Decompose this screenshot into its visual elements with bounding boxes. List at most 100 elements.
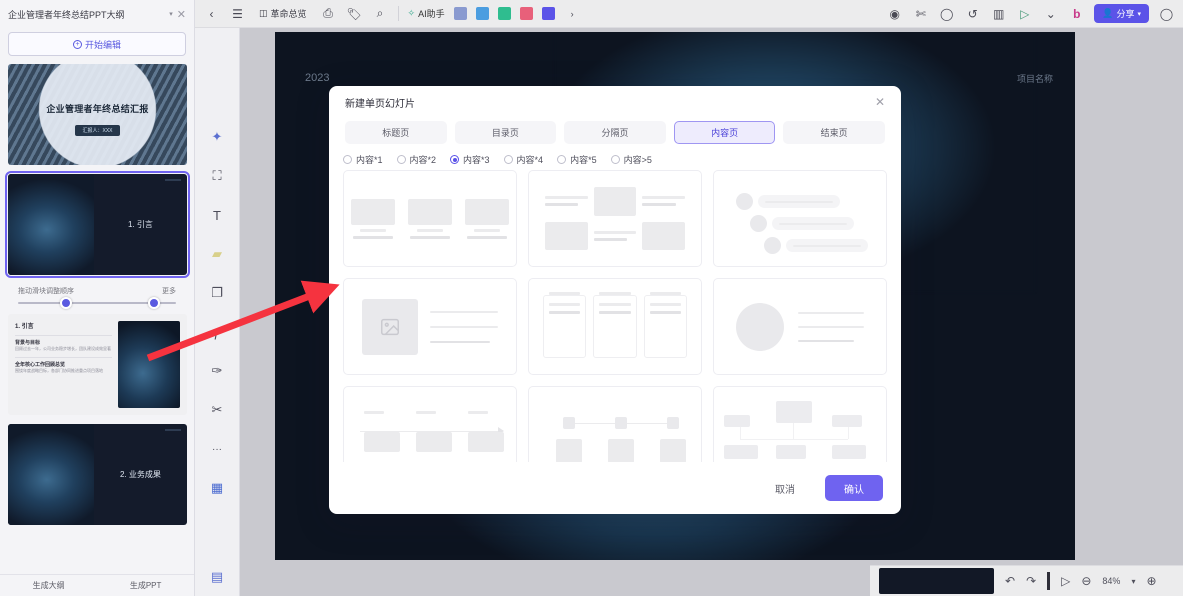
placeholder-line [353,235,393,239]
template-card-stagger-pills[interactable] [713,170,887,267]
radio-dot-icon [610,155,620,164]
template-card-mosaic-grid[interactable] [528,170,702,267]
placeholder-line [545,203,579,207]
org-child-box-2 [724,445,758,459]
template-grid [343,170,887,462]
placeholder-line [593,230,637,234]
placeholder-line [468,411,488,414]
placeholder-line [798,339,855,342]
confirm-button[interactable]: 确认 [825,475,883,501]
org-connector-v-left [740,427,741,439]
org-connector-h [740,439,848,440]
placeholder-circle [764,237,781,254]
dialog-title: 新建单页幻灯片 [345,98,415,110]
app-root: 企业管理者年终总结PPT大纲 ▾ ✕ + 开始编辑 企业管理者年终总结汇报 汇报… [0,0,1183,596]
tpl3-row-2 [750,215,854,232]
placeholder-line [599,303,631,306]
tpl5-col-1 [543,292,587,358]
placeholder-line [798,325,864,328]
template-card-three-columns[interactable] [528,278,702,375]
tpl1-col-2 [408,198,452,239]
placeholder-box [468,432,504,452]
tpl2-text-1 [545,187,588,216]
placeholder-pill [772,217,854,230]
org-child-box-4 [832,415,862,427]
radio-dot-icon [396,155,406,164]
tpl3-row-1 [736,193,840,210]
placeholder-line [416,411,436,414]
placeholder-line [798,311,864,314]
radio-content-5[interactable]: 内容*5 [557,153,597,166]
tab-title-page[interactable]: 标题页 [345,121,447,144]
placeholder-line [765,200,833,203]
placeholder-box [556,439,582,462]
radio-content-1[interactable]: 内容*1 [343,153,383,166]
placeholder-line [410,235,450,239]
template-card-three-cards[interactable] [343,170,517,267]
placeholder-line [430,310,498,313]
placeholder-pill [758,195,840,208]
radio-content-5-label: 内容*5 [570,155,597,165]
close-icon[interactable]: ✕ [875,96,885,108]
placeholder-box [351,198,395,225]
tpl1-col-1 [351,198,395,239]
tpl7-node-3 [468,411,504,452]
placeholder-box [608,439,634,462]
tpl7-node-1 [364,411,400,452]
tpl6-lines [798,311,864,342]
placeholder-line [430,325,498,328]
placeholder-line [430,340,490,343]
placeholder-box [545,221,588,250]
tab-divider-page[interactable]: 分隔页 [564,121,666,144]
tpl1-col-3 [465,198,509,239]
tpl5-col-3 [643,292,687,358]
radio-dot-icon [343,155,352,164]
template-card-image-left-lines[interactable] [343,278,517,375]
tpl7-node-2 [416,411,452,452]
template-grid-scroll[interactable] [329,170,901,462]
page-type-tabs: 标题页 目录页 分隔页 内容页 结束页 [329,118,901,144]
image-placeholder-icon [362,298,418,355]
placeholder-line [364,411,384,414]
placeholder-header [599,292,631,295]
placeholder-line [474,228,500,232]
radio-dot-icon [557,155,567,164]
radio-dot-icon [503,155,513,164]
placeholder-box [660,439,686,462]
radio-content-4-label: 内容*4 [516,155,544,165]
placeholder-line [779,222,847,225]
tpl2-text-2 [642,187,685,216]
tab-ending-page[interactable]: 结束页 [783,121,885,144]
placeholder-line [793,244,861,247]
radio-content-2-label: 内容*2 [409,155,437,165]
dialog-header: 新建单页幻灯片 ✕ [329,86,901,118]
radio-content-1-label: 内容*1 [356,155,383,165]
placeholder-circle [750,215,767,232]
template-card-circle-left-lines[interactable] [713,278,887,375]
placeholder-line [360,228,386,232]
org-connector-v [793,423,794,439]
radio-content-4[interactable]: 内容*4 [503,153,544,166]
placeholder-line [649,303,681,306]
template-card-org-chart[interactable] [713,386,887,462]
placeholder-line [417,228,443,232]
radio-content-more[interactable]: 内容>5 [610,153,652,166]
placeholder-line [593,237,627,241]
tab-contents-page[interactable]: 目录页 [454,121,557,144]
radio-content-3[interactable]: 内容*3 [450,153,490,166]
tpl8-node-3 [660,417,686,462]
tpl8-node-2 [608,417,634,462]
radio-content-2[interactable]: 内容*2 [396,153,437,166]
placeholder-box [465,198,509,225]
tab-content-page[interactable]: 内容页 [673,121,776,144]
placeholder-line [549,311,581,314]
placeholder-line [649,311,681,314]
content-count-radio-group: 内容*1 内容*2 内容*3 内容*4 内容*5 内容>5 [329,144,901,170]
tpl2-text-3 [593,222,637,251]
template-card-node-chain[interactable] [528,386,702,462]
cancel-button[interactable]: 取消 [755,475,815,501]
placeholder-line [549,303,581,306]
placeholder-box [408,198,452,225]
tpl3-row-3 [764,237,868,254]
template-card-timeline-arrow[interactable] [343,386,517,462]
